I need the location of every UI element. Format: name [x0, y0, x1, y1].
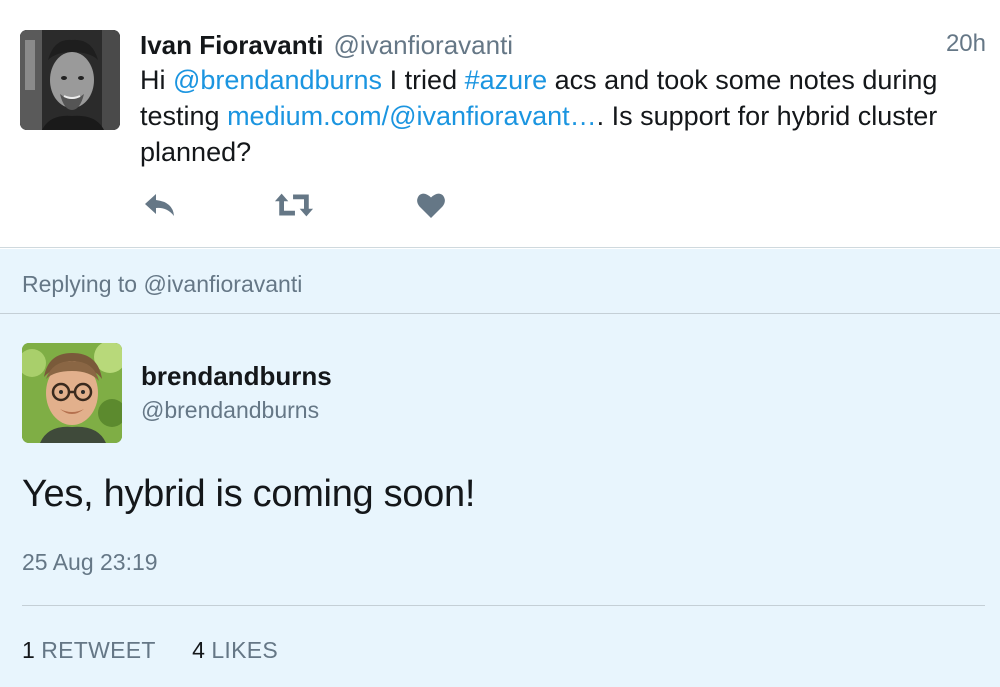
author-screen-name[interactable]: @ivanfioravanti [334, 30, 514, 61]
tweet-text-segment: I tried [382, 65, 465, 95]
reply-tweet-date[interactable]: 25 Aug 23:19 [22, 549, 158, 576]
tweet-text: Hi @brendandburns I tried #azure acs and… [140, 62, 940, 170]
avatar[interactable] [22, 343, 122, 443]
retweet-button[interactable] [274, 188, 314, 222]
like-button[interactable] [411, 188, 451, 222]
author-fullname[interactable]: Ivan Fioravanti [140, 30, 324, 61]
tweet-stats: 1 RETWEET 4 LIKES [22, 637, 308, 664]
divider [22, 605, 985, 606]
tweet-text-segment: Hi [140, 65, 173, 95]
parent-tweet[interactable]: Ivan Fioravanti @ivanfioravanti 20h Hi @… [0, 0, 1000, 248]
reply-tweet-area: Replying to @ivanfioravanti brendandburn… [0, 249, 1000, 687]
avatar-ivan-image [20, 30, 120, 130]
retweets-count: 1 [22, 637, 35, 663]
avatar-brendan-image [22, 343, 122, 443]
likes-label: LIKES [211, 637, 279, 663]
retweets-label: RETWEET [41, 637, 156, 663]
reply-tweet-text: Yes, hybrid is coming soon! [22, 473, 476, 515]
divider [0, 313, 1000, 314]
replying-to-label[interactable]: Replying to @ivanfioravanti [22, 271, 302, 298]
retweet-icon [274, 193, 314, 217]
reply-icon [145, 194, 174, 216]
mention-link[interactable]: @brendandburns [173, 65, 382, 95]
reply-button[interactable] [140, 188, 180, 222]
retweets-stat[interactable]: 1 RETWEET [22, 637, 156, 664]
reply-author-handle[interactable]: @brendandburns [141, 397, 319, 424]
url-link[interactable]: medium.com/@ivanfioravant… [227, 101, 597, 131]
likes-count: 4 [192, 637, 205, 663]
likes-stat[interactable]: 4 LIKES [192, 637, 278, 664]
heart-icon [417, 193, 445, 218]
avatar[interactable] [20, 30, 120, 130]
hashtag-link[interactable]: #azure [465, 65, 548, 95]
parent-tweet-header: Ivan Fioravanti @ivanfioravanti [140, 30, 513, 62]
reply-author-name[interactable]: brendandburns [141, 361, 332, 392]
tweet-detail-page: Ivan Fioravanti @ivanfioravanti 20h Hi @… [0, 0, 1000, 687]
tweet-timestamp[interactable]: 20h [946, 30, 986, 58]
